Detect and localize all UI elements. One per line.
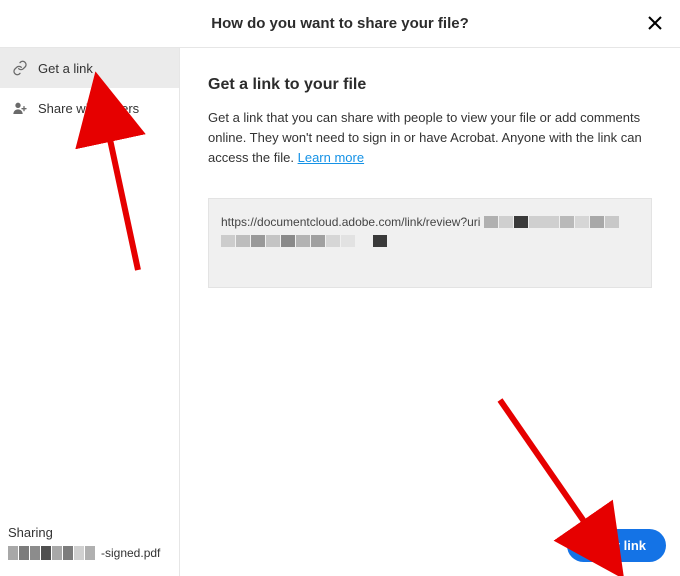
redacted-link-part-2 [221,235,355,247]
learn-more-link[interactable]: Learn more [298,150,364,165]
close-icon [647,15,663,31]
main-panel: Get a link to your file Get a link that … [180,48,680,576]
panel-heading: Get a link to your file [208,76,652,94]
close-button[interactable] [644,12,666,34]
redacted-link-part-3 [373,235,387,247]
sharing-label: Sharing [8,525,171,540]
modal-body: Get a link Share with others Sharing -si… [0,48,680,576]
modal-title: How do you want to share your file? [211,15,469,32]
copy-link-button[interactable]: Copy link [567,529,666,562]
modal-header: How do you want to share your file? [0,0,680,48]
link-icon [12,60,28,76]
share-modal: How do you want to share your file? Get … [0,0,680,576]
sidebar-item-share-others[interactable]: Share with others [0,88,179,128]
sidebar-footer: Sharing -signed.pdf [0,515,179,576]
link-url-visible: https://documentcloud.adobe.com/link/rev… [221,213,480,231]
link-box[interactable]: https://documentcloud.adobe.com/link/rev… [208,198,652,288]
sharing-file-row: -signed.pdf [8,546,171,560]
sidebar-item-get-link[interactable]: Get a link [0,48,179,88]
person-add-icon [12,100,28,116]
redacted-link-part-1 [484,216,619,228]
redacted-filename [8,546,95,560]
panel-description: Get a link that you can share with peopl… [208,108,652,168]
sidebar-list: Get a link Share with others [0,48,179,515]
sidebar: Get a link Share with others Sharing -si… [0,48,180,576]
sidebar-item-label: Get a link [38,61,93,76]
filename-suffix: -signed.pdf [101,546,160,560]
sidebar-item-label: Share with others [38,101,139,116]
